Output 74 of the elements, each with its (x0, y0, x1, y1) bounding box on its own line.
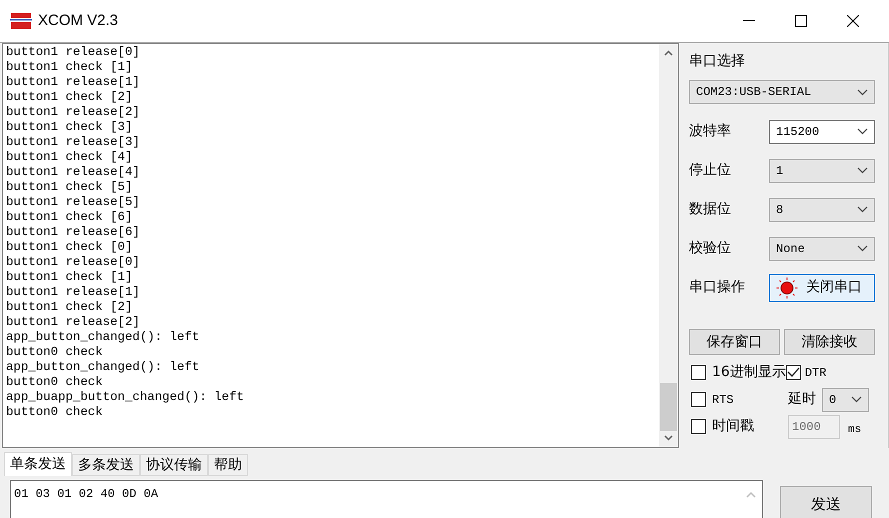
minimize-icon (743, 20, 755, 22)
dropdown-caret-icon (857, 88, 868, 96)
log-line: button1 release[2] (6, 105, 140, 120)
log-line: button1 release[0] (6, 255, 140, 270)
checkbox[interactable] (786, 365, 801, 380)
checkbox[interactable] (691, 365, 706, 380)
dropdown[interactable]: 1 (769, 158, 875, 182)
log-line: button1 release[4] (6, 165, 140, 180)
interval-field[interactable]: 1000 (788, 414, 840, 438)
dropdown[interactable]: 0 (822, 388, 869, 412)
log-line: app_button_changed(): left (6, 330, 200, 345)
dropdown-caret-icon (857, 167, 868, 174)
checkbox[interactable] (691, 392, 706, 407)
log-line: button1 release[2] (6, 315, 140, 330)
tab[interactable]: 多条发送 (72, 454, 140, 476)
log-line: button1 check [6] (6, 210, 132, 225)
field-label: 串口操作 (689, 278, 746, 297)
tab[interactable]: 帮助 (208, 454, 248, 476)
log-line: app_buapp_button_changed(): left (6, 390, 244, 405)
dropdown-caret-icon (857, 206, 868, 213)
option-label: 16进制显示 (712, 363, 786, 382)
field-label: 校验位 (689, 239, 732, 258)
window-title: XCOM V2.3 (38, 10, 118, 31)
log-line: button1 check [2] (6, 300, 132, 315)
send-button[interactable]: 发送 (780, 486, 872, 518)
scroll-up-icon[interactable] (664, 50, 673, 56)
send-text: 01 03 01 02 40 0D 0A (14, 487, 158, 501)
log-line: button1 release[5] (6, 195, 140, 210)
serial-toggle-button[interactable]: 关闭串口 (769, 274, 875, 302)
dropdown-caret-icon (857, 245, 868, 252)
log-line: button1 release[3] (6, 135, 140, 150)
dropdown-caret-icon (851, 396, 862, 403)
log-line: button1 check [0] (6, 240, 132, 255)
option-label: RTS (712, 392, 734, 408)
field-label: 停止位 (689, 161, 732, 180)
tab[interactable]: 单条发送 (4, 452, 72, 476)
tab[interactable]: 协议传输 (140, 454, 208, 476)
log-line: button1 check [2] (6, 90, 132, 105)
log-line: button1 release[6] (6, 225, 140, 240)
dropdown[interactable]: None (769, 236, 875, 260)
option-label: 时间戳 (712, 417, 754, 436)
delay-label: 延时 (788, 390, 816, 409)
scroll-down-icon[interactable] (664, 435, 673, 441)
scrollbar[interactable] (659, 44, 678, 447)
log-line: button1 release[1] (6, 75, 140, 90)
option-label: DTR (804, 364, 826, 382)
dropdown[interactable]: 115200 (769, 120, 875, 144)
close-icon (847, 15, 859, 27)
log-line: button0 check (6, 345, 103, 360)
log-line: button1 check [3] (6, 120, 132, 135)
dropdown[interactable]: COM23:USB-SERIAL (689, 80, 875, 104)
dropdown[interactable]: 8 (769, 198, 875, 222)
unit-label: ms (848, 423, 862, 438)
receive-area[interactable] (2, 43, 679, 448)
field-label: 数据位 (689, 200, 732, 219)
log-line: app_button_changed(): left (6, 360, 200, 375)
log-line: button1 release[0] (6, 45, 140, 60)
port-label: 串口选择 (689, 52, 745, 71)
scroll-thumb[interactable] (660, 383, 677, 431)
action-button[interactable]: 清除接收 (784, 329, 875, 355)
log-line: button1 check [4] (6, 150, 132, 165)
log-line: button0 check (6, 405, 103, 420)
field-label: 波特率 (689, 122, 732, 141)
dropdown-caret-icon (857, 128, 868, 135)
log-line: button1 check [1] (6, 270, 132, 285)
app-logo-icon (10, 12, 32, 30)
checkbox[interactable] (691, 419, 706, 434)
log-line: button1 check [1] (6, 60, 132, 75)
log-line: button1 release[1] (6, 285, 140, 300)
log-line: button1 check [5] (6, 180, 132, 195)
log-line: button0 check (6, 375, 103, 390)
action-button[interactable]: 保存窗口 (689, 329, 780, 355)
maximize-icon (795, 15, 807, 27)
send-field[interactable]: 01 03 01 02 40 0D 0A (10, 480, 763, 518)
